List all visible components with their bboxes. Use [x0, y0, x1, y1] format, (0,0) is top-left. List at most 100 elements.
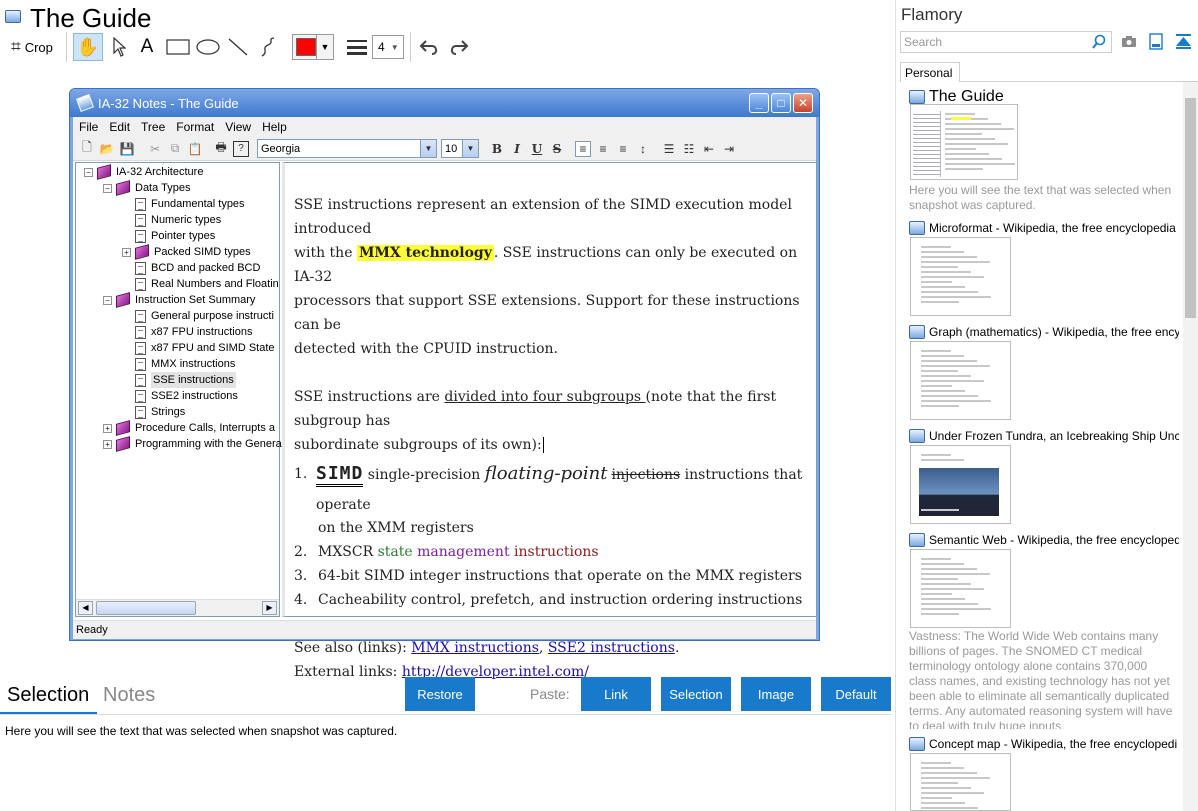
- scroll-left-icon[interactable]: ◀: [78, 601, 93, 615]
- menu-edit[interactable]: Edit: [109, 120, 130, 134]
- tree-item[interactable]: − IA-32 Architecture: [84, 164, 203, 180]
- line-width-select[interactable]: 4 ▼: [372, 35, 404, 59]
- menu-file[interactable]: File: [79, 120, 98, 134]
- redo-button[interactable]: [446, 33, 472, 61]
- snapshot-title[interactable]: Microformat - Wikipedia, the free encycl…: [909, 221, 1179, 235]
- tree-item[interactable]: + Programming with the Genera: [103, 436, 282, 452]
- bold-icon[interactable]: B: [489, 141, 505, 157]
- search-input[interactable]: Search: [900, 31, 1112, 53]
- tab-selection[interactable]: Selection: [7, 684, 89, 707]
- sse2-link[interactable]: SSE2 instructions: [548, 640, 675, 656]
- paste-image-button[interactable]: Image: [741, 677, 811, 711]
- hand-tool-button[interactable]: ✋: [73, 33, 103, 61]
- minimize-button[interactable]: _: [749, 93, 769, 113]
- snapshot-title[interactable]: Graph (mathematics) - Wikipedia, the fre…: [909, 325, 1179, 339]
- copy-icon[interactable]: ⧉: [167, 141, 183, 157]
- tree-item[interactable]: + Procedure Calls, Interrupts a: [103, 420, 275, 436]
- numbered-list-icon[interactable]: ☰: [661, 141, 677, 157]
- font-name-select[interactable]: Georgia ▼: [257, 139, 437, 158]
- maximize-button[interactable]: □: [771, 93, 791, 113]
- indent-icon[interactable]: ⇥: [721, 141, 737, 157]
- panel-scrollbar[interactable]: [1183, 82, 1198, 811]
- print-icon[interactable]: 🖶: [213, 140, 229, 157]
- snapshot-thumbnail[interactable]: [910, 549, 1011, 628]
- tree-item[interactable]: MMX instructions: [122, 356, 235, 372]
- tree-item[interactable]: − Instruction Set Summary: [103, 292, 255, 308]
- snapshot-thumbnail[interactable]: [910, 753, 1011, 811]
- font-size-select[interactable]: 10 ▼: [441, 139, 479, 158]
- rectangle-tool-button[interactable]: [164, 33, 192, 61]
- tree-item[interactable]: BCD and packed BCD: [122, 260, 260, 276]
- document-button[interactable]: [1149, 33, 1163, 55]
- collapse-icon[interactable]: −: [103, 183, 112, 193]
- paste-default-button[interactable]: Default: [821, 677, 891, 711]
- strikethrough-icon[interactable]: S: [549, 141, 565, 157]
- tree-item[interactable]: SSE2 instructions: [122, 388, 238, 404]
- crop-button[interactable]: ⌗ Crop: [6, 33, 58, 61]
- scroll-right-icon[interactable]: ▶: [262, 601, 277, 615]
- outdent-icon[interactable]: ⇤: [701, 141, 717, 157]
- expand-icon[interactable]: +: [103, 423, 112, 433]
- document-pane[interactable]: SSE instructions represent an extension …: [282, 162, 817, 680]
- color-picker[interactable]: ▼: [292, 34, 334, 60]
- tree-item[interactable]: Strings: [122, 404, 185, 420]
- paste-selection-button[interactable]: Selection: [661, 677, 731, 711]
- open-icon[interactable]: 📂: [99, 141, 115, 157]
- undo-button[interactable]: [416, 33, 442, 61]
- tree-item[interactable]: x87 FPU instructions: [122, 324, 252, 340]
- scroll-thumb[interactable]: [96, 601, 196, 615]
- snapshot-thumbnail[interactable]: [910, 445, 1011, 524]
- line-width-button[interactable]: [344, 33, 370, 61]
- select-tool-button[interactable]: [107, 33, 131, 61]
- italic-icon[interactable]: I: [509, 141, 525, 157]
- bullet-list-icon[interactable]: ☷: [681, 141, 697, 157]
- align-left-icon[interactable]: ≡: [575, 140, 591, 157]
- snapshot-title[interactable]: Concept map - Wikipedia, the free encycl…: [909, 737, 1179, 751]
- menu-view[interactable]: View: [225, 120, 251, 134]
- panel-scroll-thumb[interactable]: [1185, 98, 1196, 318]
- underline-icon[interactable]: U: [529, 141, 545, 157]
- save-icon[interactable]: 💾: [119, 141, 135, 157]
- expand-icon[interactable]: +: [122, 247, 131, 257]
- line-tool-button[interactable]: [225, 33, 251, 61]
- mmx-link[interactable]: MMX instructions: [411, 640, 539, 656]
- expand-icon[interactable]: +: [103, 439, 112, 449]
- text-tool-button[interactable]: A: [136, 33, 158, 61]
- snapshot-title[interactable]: Semantic Web - Wikipedia, the free encyc…: [909, 533, 1179, 547]
- collapse-icon[interactable]: −: [84, 167, 93, 177]
- restore-button[interactable]: Restore: [405, 677, 475, 711]
- eject-button[interactable]: [1175, 33, 1192, 55]
- paste-icon[interactable]: 📋: [187, 141, 203, 157]
- tree-item[interactable]: + Packed SIMD types: [122, 244, 251, 260]
- snapshot-thumbnail[interactable]: [910, 237, 1011, 316]
- close-button[interactable]: ✕: [793, 93, 813, 113]
- menu-format[interactable]: Format: [176, 120, 214, 134]
- tree-item[interactable]: Real Numbers and Floatin: [122, 276, 279, 292]
- menu-tree[interactable]: Tree: [141, 120, 165, 134]
- align-right-icon[interactable]: ≡: [615, 141, 631, 157]
- tab-notes[interactable]: Notes: [103, 684, 155, 707]
- cut-icon[interactable]: ✂: [147, 141, 163, 157]
- tree-item[interactable]: SSE instructions: [122, 372, 236, 388]
- search-icon[interactable]: [1091, 34, 1107, 50]
- new-icon[interactable]: 🗋: [79, 140, 95, 157]
- menu-help[interactable]: Help: [262, 120, 287, 134]
- freehand-tool-button[interactable]: [255, 33, 281, 61]
- collapse-icon[interactable]: −: [103, 295, 112, 305]
- tree-horizontal-scrollbar[interactable]: ◀ ▶: [76, 599, 279, 616]
- paste-link-button[interactable]: Link: [581, 677, 651, 711]
- camera-button[interactable]: [1121, 34, 1137, 53]
- tree-item[interactable]: − Data Types: [103, 180, 190, 196]
- tree-item[interactable]: Fundamental types: [122, 196, 245, 212]
- tab-personal[interactable]: Personal: [900, 62, 960, 82]
- ellipse-tool-button[interactable]: [194, 33, 222, 61]
- snapshot-title[interactable]: Under Frozen Tundra, an Icebreaking Ship…: [909, 429, 1179, 443]
- tree-item[interactable]: Pointer types: [122, 228, 215, 244]
- help-icon[interactable]: ?: [233, 140, 249, 157]
- tree-item[interactable]: General purpose instructi: [122, 308, 274, 324]
- line-spacing-icon[interactable]: ↕: [635, 141, 651, 157]
- tree-item[interactable]: x87 FPU and SIMD State: [122, 340, 275, 356]
- tree-item[interactable]: Numeric types: [122, 212, 221, 228]
- snapshot-thumbnail[interactable]: [910, 341, 1011, 420]
- snapshot-thumbnail[interactable]: [910, 104, 1018, 180]
